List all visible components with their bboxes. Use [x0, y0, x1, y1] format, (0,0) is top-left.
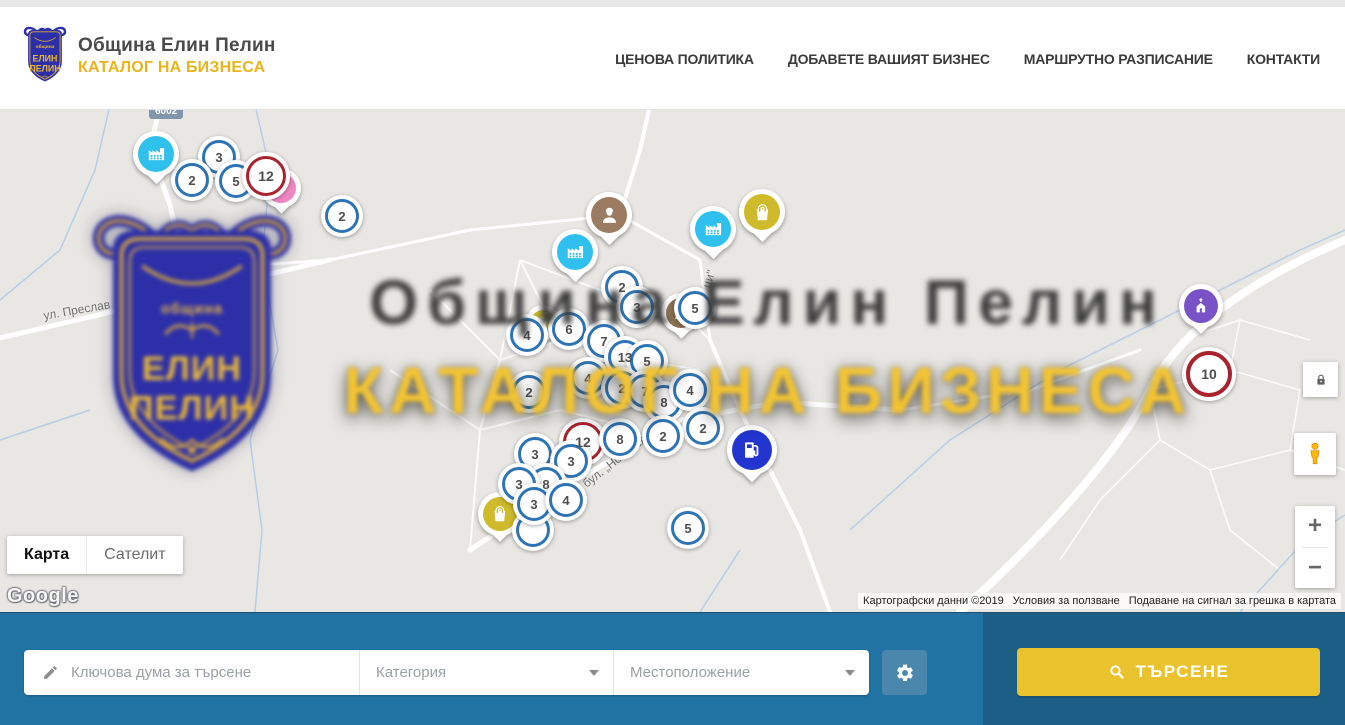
nav-item-0[interactable]: ЦЕНОВА ПОЛИТИКА	[615, 51, 754, 67]
cluster-marker[interactable]: 8	[599, 418, 641, 460]
zoom-control: + −	[1295, 506, 1335, 588]
site-header: община ЕЛИН ПЕЛИН Община Елин Пелин КАТА…	[0, 0, 1345, 110]
nav-item-1[interactable]: ДОБАВЕТЕ ВАШИЯТ БИЗНЕС	[788, 51, 990, 67]
business-pin-factory[interactable]	[552, 229, 598, 287]
nav-item-2[interactable]: МАРШРУТНО РАЗПИСАНИЕ	[1024, 51, 1213, 67]
business-pin-bag[interactable]	[739, 189, 785, 247]
zoom-in-button[interactable]: +	[1295, 506, 1335, 547]
gear-icon	[895, 663, 915, 683]
cluster-marker[interactable]: 2	[508, 371, 550, 413]
brand-logo[interactable]: община ЕЛИН ПЕЛИН Община Елин Пелин КАТА…	[22, 26, 276, 86]
attribution-copyright: Картографски данни ©2019	[863, 595, 1004, 607]
cluster-marker[interactable]: 4	[669, 369, 711, 411]
search-bar: Категория Местоположение ТЪРСЕНЕ	[0, 612, 1345, 725]
pegman-street-view-button[interactable]	[1294, 433, 1336, 475]
cluster-marker[interactable]: 5	[667, 507, 709, 549]
search-fields-group: Категория Местоположение	[24, 650, 869, 695]
map-type-map-button[interactable]: Карта	[7, 536, 87, 574]
map-type-satellite-button[interactable]: Сателит	[87, 536, 182, 574]
chevron-down-icon	[845, 670, 855, 676]
cluster-marker[interactable]: 2	[642, 415, 684, 457]
search-button-label: ТЪРСЕНЕ	[1136, 662, 1230, 682]
factory-icon	[695, 211, 731, 247]
map-attribution: Картографски данни ©2019 Условия за полз…	[858, 593, 1341, 609]
map-markers-layer: 32512223564713542278422128338334510	[0, 110, 1345, 612]
map-canvas[interactable]: ци"бул. „Новоселул. Преслав6002325122235…	[0, 110, 1345, 612]
top-strip	[0, 0, 1345, 7]
location-select[interactable]: Местоположение	[614, 650, 869, 695]
logo-word-elin: ЕЛИН	[33, 54, 58, 64]
lock-control-button[interactable]	[1303, 362, 1338, 397]
search-icon	[1108, 663, 1126, 681]
cluster-marker[interactable]: 4	[506, 314, 548, 356]
zoom-out-button[interactable]: −	[1295, 548, 1335, 589]
business-pin-church[interactable]	[1179, 284, 1223, 339]
site-subtitle: КАТАЛОГ НА БИЗНЕСА	[78, 59, 276, 77]
municipal-shield-logo: община ЕЛИН ПЕЛИН	[22, 26, 68, 86]
lock-icon	[1313, 372, 1329, 388]
logo-word-pelin: ПЕЛИН	[29, 64, 60, 74]
category-select-label: Категория	[376, 664, 446, 681]
fuel-icon	[732, 430, 772, 470]
bag-icon	[744, 194, 780, 230]
business-pin-fuel[interactable]	[727, 425, 777, 488]
chevron-down-icon	[589, 670, 599, 676]
business-pin-factory[interactable]	[133, 131, 179, 189]
pegman-icon	[1302, 441, 1328, 467]
pencil-icon	[42, 664, 59, 681]
cluster-marker[interactable]: 2	[682, 407, 724, 449]
business-pin-factory[interactable]	[690, 206, 736, 264]
page: ци"бул. „Новоселул. Преслав6002325122235…	[0, 0, 1345, 725]
site-title: Община Елин Пелин	[78, 35, 276, 57]
advanced-settings-button[interactable]	[882, 650, 927, 695]
google-logo[interactable]: Google	[7, 585, 79, 608]
map-type-control: Карта Сателит	[7, 536, 183, 574]
church-icon	[1184, 289, 1218, 323]
search-button[interactable]: ТЪРСЕНЕ	[1017, 648, 1320, 696]
worker-icon	[591, 197, 627, 233]
nav-item-3[interactable]: КОНТАКТИ	[1247, 51, 1320, 67]
category-select[interactable]: Категория	[360, 650, 614, 695]
attribution-terms-link[interactable]: Условия за ползване	[1013, 595, 1120, 607]
cluster-marker[interactable]: 10	[1182, 347, 1236, 401]
cluster-marker[interactable]: 12	[242, 152, 290, 200]
keyword-search-field[interactable]	[24, 650, 360, 695]
main-nav: ЦЕНОВА ПОЛИТИКА ДОБАВЕТЕ ВАШИЯТ БИЗНЕС МАР…	[615, 7, 1320, 110]
cluster-marker[interactable]: 4	[545, 479, 587, 521]
factory-icon	[557, 234, 593, 270]
attribution-report-link[interactable]: Подаване на сигнал за грешка в картата	[1129, 595, 1336, 607]
location-select-label: Местоположение	[630, 664, 750, 681]
cluster-marker[interactable]: 2	[321, 195, 363, 237]
cluster-marker[interactable]: 5	[674, 287, 716, 329]
keyword-input[interactable]	[71, 664, 347, 681]
factory-icon	[138, 136, 174, 172]
